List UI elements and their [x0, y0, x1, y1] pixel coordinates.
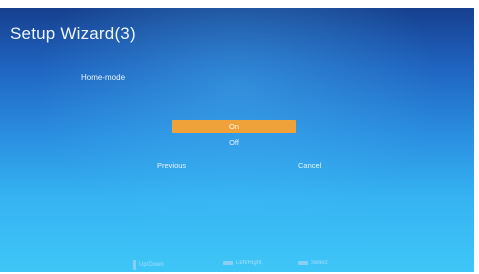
footer-hints: Up/Down Left/Right Select	[0, 256, 474, 272]
select-icon	[298, 261, 308, 265]
cancel-button[interactable]: Cancel	[298, 161, 321, 170]
option-off[interactable]: Off	[172, 136, 296, 149]
hint-up-down: Up/Down	[133, 260, 164, 270]
option-list: On Off	[172, 120, 296, 152]
hint-select: Select	[298, 260, 328, 266]
page-title: Setup Wizard(3)	[10, 24, 136, 43]
previous-button[interactable]: Previous	[157, 161, 186, 170]
tv-screen: Setup Wizard(3) Home-mode On Off Previou…	[0, 8, 474, 272]
up-down-arrow-icon	[133, 260, 136, 270]
hint-label: Left/Right	[236, 260, 262, 266]
option-on[interactable]: On	[172, 120, 296, 133]
setting-label: Home-mode	[81, 73, 126, 82]
hint-left-right: Left/Right	[223, 260, 262, 266]
hint-label: Select	[311, 260, 328, 266]
left-right-arrow-icon	[223, 261, 233, 265]
hint-label: Up/Down	[139, 262, 164, 268]
